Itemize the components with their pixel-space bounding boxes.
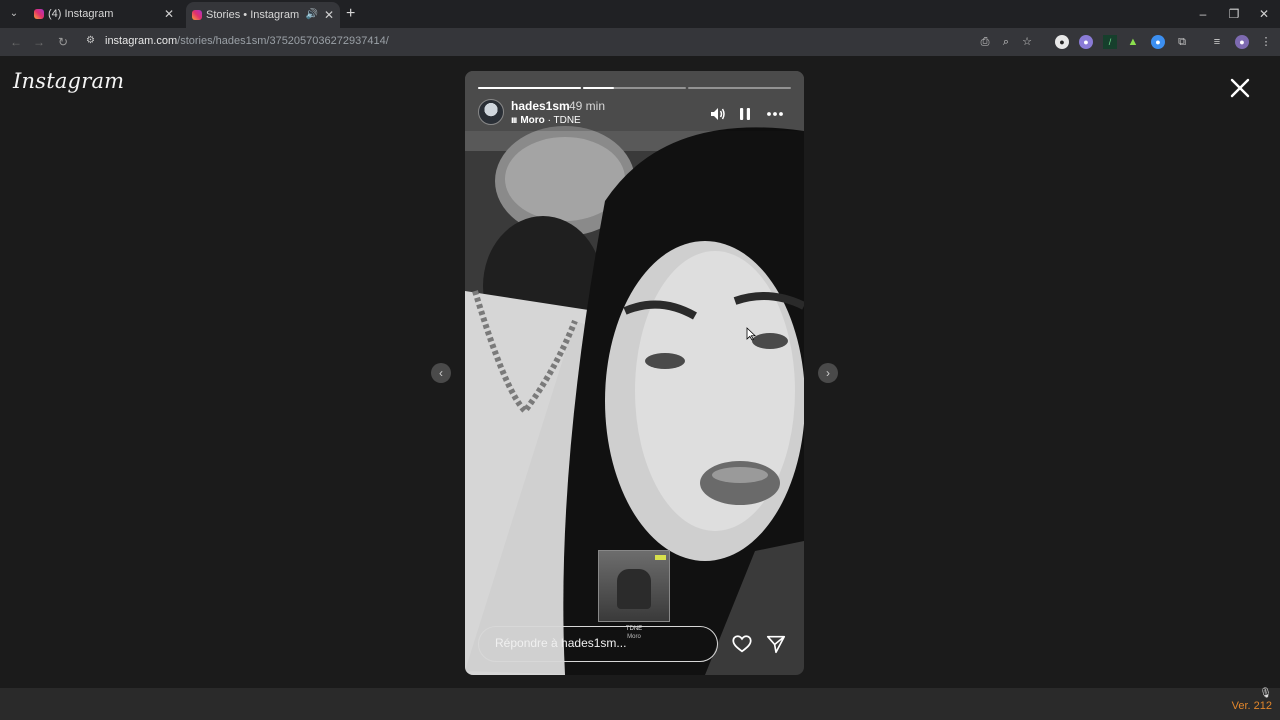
story-progress-bar [688,87,791,89]
like-heart-icon[interactable] [731,633,753,655]
instagram-logo[interactable]: Instagram [13,69,124,93]
bookmark-star-icon[interactable]: ☆ [1020,35,1034,49]
song-artist: · TDNE [544,115,581,126]
url-path: /stories/hades1sm/3752057036272937414/ [177,35,389,47]
address-bar[interactable]: ⚙ instagram.com/stories/hades1sm/3752057… [80,31,970,53]
extensions-puzzle-icon[interactable]: ⧉ [1175,35,1189,49]
send-direct-icon[interactable] [765,633,787,655]
sticker-tag [655,555,666,560]
browser-tab-strip: ⌄ (4) Instagram ✕ Stories • Instagram 🔊 … [0,0,1280,28]
story-username[interactable]: hades1sm [511,99,570,113]
bottom-bar: 🎙 Ver. 212 [0,688,1280,720]
more-options-icon[interactable] [766,105,784,123]
url-text[interactable]: instagram.com/stories/hades1sm/375205703… [105,35,389,47]
url-host: instagram.com [105,35,178,47]
reply-input[interactable] [495,636,705,650]
install-app-icon[interactable]: ⎙ [978,35,992,49]
tab-search-dropdown-icon[interactable]: ⌄ [6,6,22,22]
reading-list-icon[interactable]: ≡ [1210,35,1224,49]
reply-box[interactable] [478,626,718,662]
avatar[interactable] [478,99,504,125]
mouse-cursor-icon [746,327,756,341]
album-art-figure [617,569,651,609]
back-icon[interactable]: ← [8,34,24,50]
browser-menu-icon[interactable]: ⋮ [1259,35,1273,49]
window-close-icon[interactable]: ✕ [1249,4,1279,24]
extension-icon[interactable]: ● [1055,35,1069,49]
version-label: Ver. 212 [1231,700,1272,712]
close-tab-icon[interactable]: ✕ [324,3,334,27]
extension-icon[interactable]: ▲ [1126,35,1140,49]
story-time: 49 min [569,99,606,113]
microphone-icon[interactable]: 🎙 [1259,688,1272,699]
story-progress-bar [478,87,581,89]
close-tab-icon[interactable]: ✕ [164,2,174,26]
music-sticker[interactable] [598,550,670,622]
site-info-icon[interactable]: ⚙ [86,35,98,47]
zoom-icon[interactable]: ⌕ [999,35,1013,49]
music-bars-icon: ııı [511,115,517,126]
story-viewer[interactable]: hades1sm 49 min ııı Moro · TDNE TDNE Moro [465,71,804,675]
pause-icon[interactable] [736,105,754,123]
previous-story-icon[interactable]: ‹ [431,363,451,383]
profile-avatar-icon[interactable]: ● [1235,35,1249,49]
instagram-favicon-icon [192,10,202,20]
music-info[interactable]: ııı Moro · TDNE [511,115,581,126]
extension-icon[interactable]: ● [1151,35,1165,49]
new-tab-button[interactable]: + [346,4,355,24]
progress-fill [583,87,614,89]
browser-toolbar: ← → ↻ ⚙ instagram.com/stories/hades1sm/3… [0,28,1280,56]
progress-fill [478,87,581,89]
extension-icon[interactable]: / [1103,35,1117,49]
instagram-stories-page: Instagram ‹ › hades1sm 49 min ııı Moro ·… [0,56,1280,688]
instagram-favicon-icon [34,9,44,19]
volume-icon[interactable] [709,105,727,123]
minimize-icon[interactable]: – [1188,4,1218,24]
close-story-icon[interactable] [1228,76,1252,100]
tab-stories[interactable]: Stories • Instagram 🔊 ✕ [186,2,340,28]
speaker-icon[interactable]: 🔊 [306,3,318,27]
next-story-icon[interactable]: › [818,363,838,383]
story-progress-bar [583,87,686,89]
tab-title: (4) Instagram [48,8,114,20]
tab-title: Stories • Instagram [206,9,300,21]
extension-icon[interactable]: ● [1079,35,1093,49]
tab-instagram[interactable]: (4) Instagram ✕ [28,2,180,26]
reload-icon[interactable]: ↻ [55,34,71,50]
restore-icon[interactable]: ❐ [1219,4,1249,24]
song-title: Moro [520,115,545,126]
forward-icon[interactable]: → [31,34,47,50]
